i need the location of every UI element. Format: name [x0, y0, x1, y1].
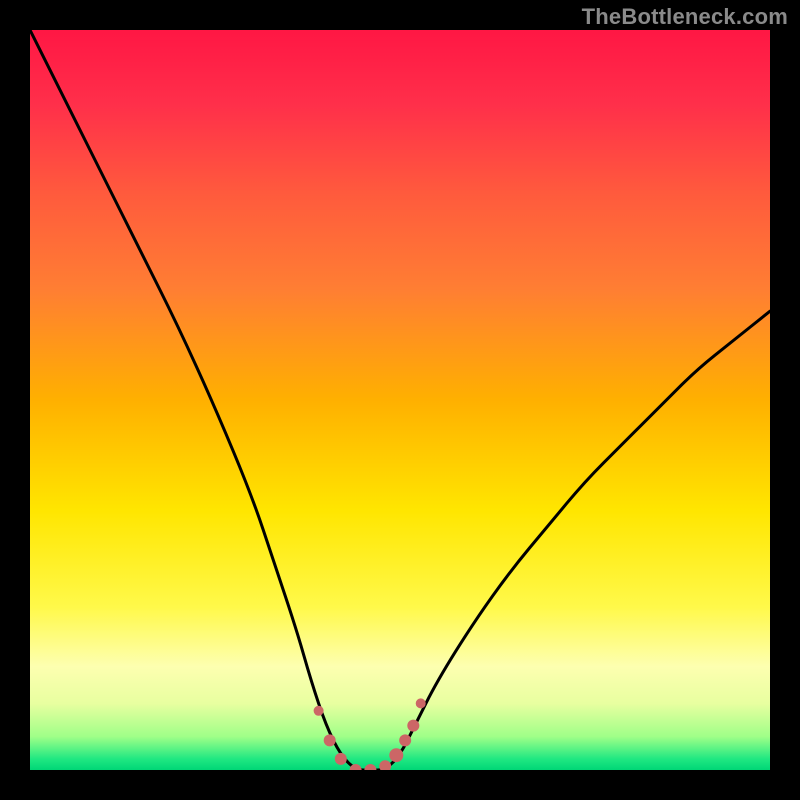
optimal-marker	[314, 706, 324, 716]
optimal-marker	[324, 734, 336, 746]
chart-frame: TheBottleneck.com	[0, 0, 800, 800]
optimal-marker	[389, 748, 403, 762]
optimal-marker	[364, 764, 376, 770]
plot-area	[30, 30, 770, 770]
bottleneck-curve	[30, 30, 770, 770]
optimal-marker	[379, 760, 391, 770]
optimal-marker	[416, 698, 426, 708]
watermark-text: TheBottleneck.com	[582, 4, 788, 30]
optimal-marker	[399, 734, 411, 746]
optimal-marker	[335, 753, 347, 765]
optimal-marker	[407, 720, 419, 732]
